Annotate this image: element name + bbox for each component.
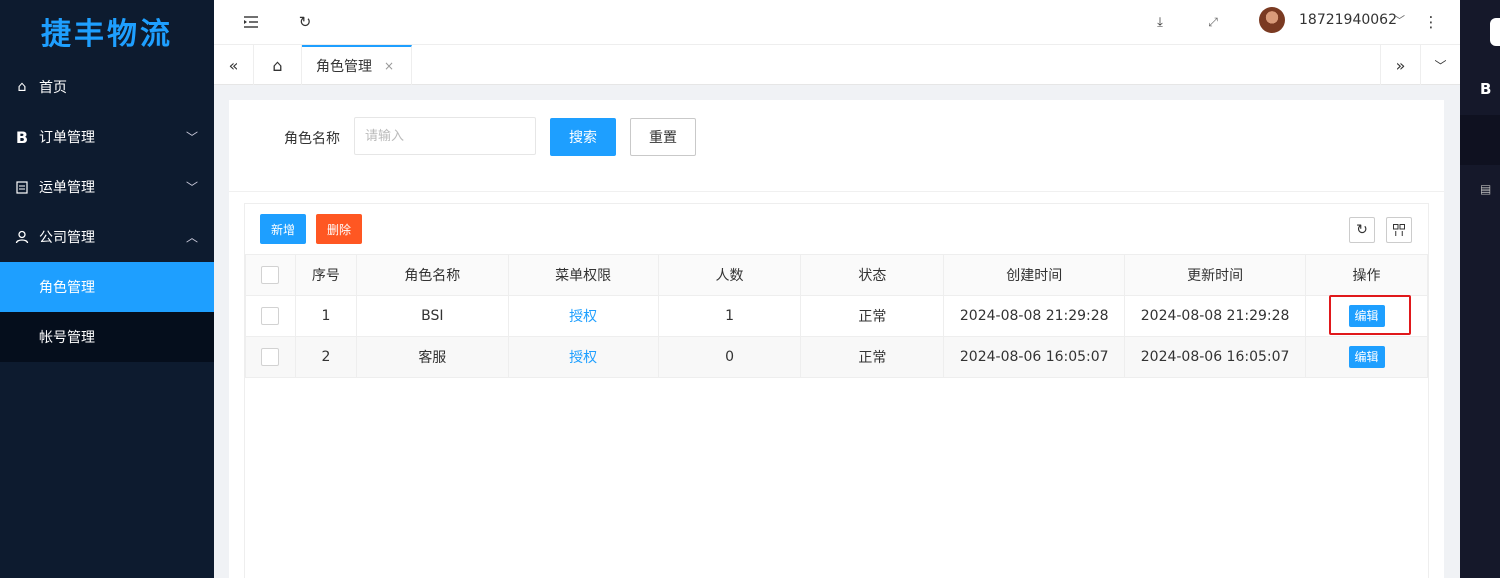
- app-logo: 捷丰物流: [41, 17, 173, 52]
- sidebar-item-roles[interactable]: 角色管理: [0, 262, 214, 312]
- sidebar-item-label: 首页: [39, 80, 67, 96]
- member-count: 0: [657, 336, 802, 378]
- role-name-label: 角色名称: [284, 131, 340, 147]
- created-time: 2024-08-06 16:05:07: [943, 336, 1126, 378]
- select-all-cell[interactable]: [245, 254, 296, 296]
- column-header: 角色名称: [355, 254, 509, 296]
- column-header: 人数: [657, 254, 802, 296]
- roles-table: 序号 角色名称 菜单权限 人数 状态 创建时间 更新时间 操作 1 BSI 授权…: [245, 254, 1428, 378]
- table-row: 1 BSI 授权 1 正常 2024-08-08 21:29:28 2024-0…: [245, 295, 1428, 337]
- chevron-down-icon: ﹀: [185, 180, 198, 195]
- sidebar-item-label: 公司管理: [39, 230, 95, 246]
- table-card: 新增 删除 ↻ 序号 角色名称 菜单权限 人数 状态 创建时间 更新时间 操作 …: [244, 203, 1429, 578]
- columns-icon[interactable]: [1386, 217, 1412, 243]
- sidebar-item-company[interactable]: 公司管理 ︿: [0, 212, 214, 262]
- table-row: 2 客服 授权 0 正常 2024-08-06 16:05:07 2024-08…: [245, 336, 1428, 378]
- column-header: 创建时间: [943, 254, 1126, 296]
- authorize-link[interactable]: 授权: [569, 309, 597, 325]
- more-vertical-icon[interactable]: ⋮: [1420, 11, 1442, 33]
- add-button[interactable]: 新增: [260, 214, 306, 244]
- edit-button[interactable]: 编辑: [1348, 346, 1385, 368]
- role-name: BSI: [355, 295, 509, 337]
- perm-cell: 授权: [507, 336, 659, 378]
- b-icon: B: [15, 127, 29, 147]
- tab-label: 角色管理: [316, 59, 372, 75]
- refresh-icon[interactable]: ↻: [294, 11, 316, 33]
- tab-bar: « ⌂ 角色管理 × » ﹀: [214, 45, 1460, 85]
- perm-cell: 授权: [507, 295, 659, 337]
- menu-fold-icon[interactable]: [240, 11, 262, 33]
- panel-letter: B: [1480, 80, 1492, 98]
- sidebar-item-label: 角色管理: [39, 280, 95, 296]
- tabs-scroll-left-icon[interactable]: «: [214, 45, 254, 85]
- tabs-scroll-right-icon[interactable]: »: [1380, 45, 1420, 85]
- sidebar-item-orders[interactable]: B 订单管理 ﹀: [0, 112, 214, 162]
- column-header: 操作: [1305, 254, 1428, 296]
- sidebar-item-accounts[interactable]: 帐号管理: [0, 312, 214, 362]
- row-select-cell[interactable]: [245, 336, 296, 378]
- panel-tab[interactable]: [1490, 18, 1500, 46]
- home-icon: ⌂: [17, 79, 27, 95]
- delete-button[interactable]: 删除: [316, 214, 362, 244]
- main-content: 角色名称 搜索 重置 新增 删除 ↻ 序号 角色名称 菜单权限 人数 状: [229, 100, 1444, 578]
- row-checkbox[interactable]: [261, 307, 280, 325]
- clipboard-icon: [14, 179, 30, 195]
- role-name-input[interactable]: [354, 117, 536, 155]
- highlight-box: [1329, 295, 1411, 335]
- chevron-down-icon: ﹀: [185, 130, 198, 145]
- sidebar: 捷丰物流 ⌂ 首页 B 订单管理 ﹀ 运单管理 ﹀ 公司管理 ︿ 角色管理 帐号…: [0, 0, 214, 578]
- tab-roles[interactable]: 角色管理 ×: [302, 45, 412, 85]
- user-icon: [14, 229, 30, 245]
- sidebar-item-label: 帐号管理: [39, 330, 95, 346]
- column-header: 序号: [294, 254, 357, 296]
- chevron-down-icon[interactable]: ﹀: [1394, 12, 1405, 28]
- row-index: 1: [294, 295, 357, 337]
- username[interactable]: 18721940062: [1299, 12, 1397, 28]
- select-all-checkbox[interactable]: [261, 266, 280, 284]
- updated-time: 2024-08-08 21:29:28: [1124, 295, 1307, 337]
- chevron-up-icon: ︿: [185, 230, 198, 245]
- status: 正常: [800, 336, 945, 378]
- row-select-cell[interactable]: [245, 295, 296, 337]
- download-icon[interactable]: ⤓: [1149, 11, 1171, 33]
- column-header: 状态: [800, 254, 945, 296]
- row-index: 2: [294, 336, 357, 378]
- action-cell: 编辑: [1305, 336, 1428, 378]
- column-header: 更新时间: [1124, 254, 1307, 296]
- created-time: 2024-08-08 21:29:28: [943, 295, 1126, 337]
- row-checkbox[interactable]: [261, 348, 280, 366]
- updated-time: 2024-08-06 16:05:07: [1124, 336, 1307, 378]
- top-header: ↻ ⤓ ⤢ 18721940062 ﹀ ⋮: [214, 0, 1460, 45]
- home-tab-icon[interactable]: ⌂: [254, 45, 302, 85]
- refresh-table-icon[interactable]: ↻: [1349, 217, 1375, 243]
- search-form: 角色名称 搜索 重置: [229, 100, 1444, 192]
- chevron-down-icon[interactable]: ﹀: [1420, 45, 1460, 85]
- authorize-link[interactable]: 授权: [569, 350, 597, 366]
- role-name: 客服: [355, 336, 509, 378]
- member-count: 1: [657, 295, 802, 337]
- column-header: 菜单权限: [507, 254, 659, 296]
- fullscreen-icon[interactable]: ⤢: [1202, 11, 1224, 33]
- panel-active-item[interactable]: [1460, 115, 1500, 165]
- sidebar-item-label: 订单管理: [39, 130, 95, 146]
- sidebar-item-home[interactable]: ⌂ 首页: [0, 62, 214, 112]
- avatar[interactable]: [1259, 7, 1285, 33]
- close-icon[interactable]: ×: [384, 59, 394, 73]
- clipboard-icon[interactable]: ▤: [1480, 182, 1491, 196]
- sidebar-item-waybills[interactable]: 运单管理 ﹀: [0, 162, 214, 212]
- right-panel: B ▤: [1460, 0, 1500, 578]
- search-button[interactable]: 搜索: [550, 118, 616, 156]
- reset-button[interactable]: 重置: [630, 118, 696, 156]
- sidebar-item-label: 运单管理: [39, 180, 95, 196]
- company-submenu: 角色管理 帐号管理: [0, 262, 214, 362]
- table-header: 序号 角色名称 菜单权限 人数 状态 创建时间 更新时间 操作: [245, 254, 1428, 296]
- status: 正常: [800, 295, 945, 337]
